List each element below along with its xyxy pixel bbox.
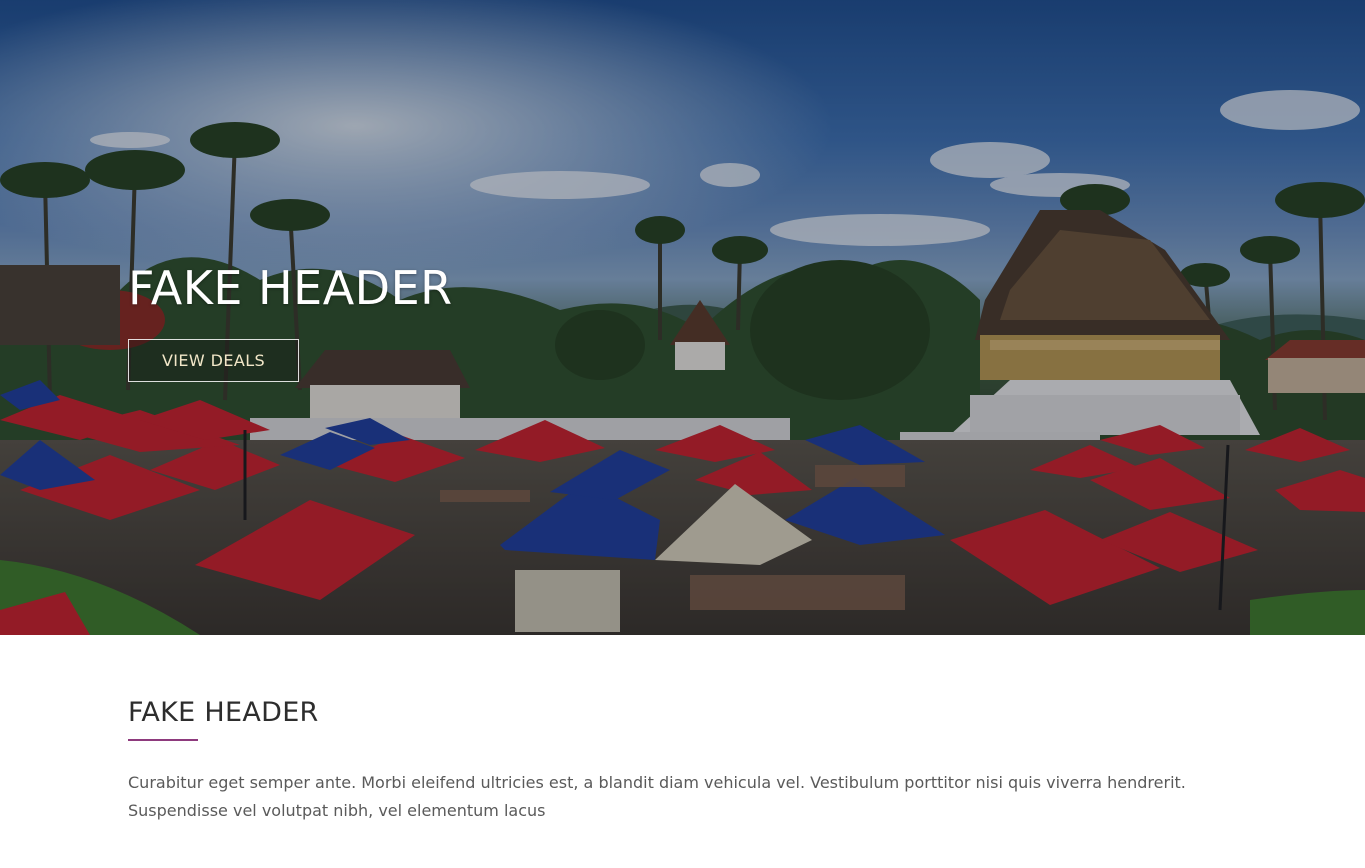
view-deals-button[interactable]: VIEW DEALS	[128, 339, 299, 382]
hero-title: FAKE HEADER	[128, 261, 453, 315]
hero-banner: FAKE HEADER VIEW DEALS	[0, 0, 1365, 635]
section-title: FAKE HEADER	[128, 697, 319, 728]
section-title-underline	[128, 739, 198, 741]
content-section: FAKE HEADER Curabitur eget semper ante. …	[128, 635, 1238, 825]
section-body-text: Curabitur eget semper ante. Morbi eleife…	[128, 773, 1186, 820]
hero-content: FAKE HEADER VIEW DEALS	[128, 258, 453, 382]
